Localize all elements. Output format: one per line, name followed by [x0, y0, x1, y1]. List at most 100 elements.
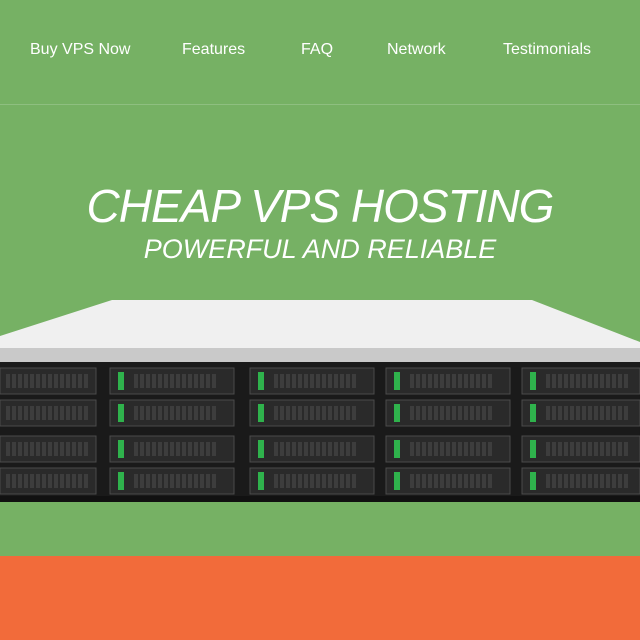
drive-status-led [118, 372, 124, 390]
vent-slot [410, 406, 414, 420]
drive-bay [521, 399, 640, 427]
vent-slot [624, 406, 628, 420]
vent-slot [200, 406, 204, 420]
vent-slot [18, 474, 22, 488]
vent-slot [310, 442, 314, 456]
vent-slot [346, 442, 350, 456]
vent-slot [152, 406, 156, 420]
vent-slot [588, 406, 592, 420]
nav-link-testimonials[interactable]: Testimonials [503, 38, 591, 62]
vent-slot [182, 406, 186, 420]
vent-slot [24, 406, 28, 420]
nav-link-faq[interactable]: FAQ [301, 38, 333, 62]
vent-slot [188, 406, 192, 420]
nav-link-features[interactable]: Features [182, 38, 245, 62]
vent-slot [194, 442, 198, 456]
vent-slot [36, 442, 40, 456]
vent-slot [316, 474, 320, 488]
vent-slot [352, 406, 356, 420]
vent-slot [340, 406, 344, 420]
vent-slot [48, 374, 52, 388]
vent-slot [200, 474, 204, 488]
vent-slot [200, 442, 204, 456]
vent-slot [322, 374, 326, 388]
drive-status-led [530, 440, 536, 458]
vent-slot [36, 374, 40, 388]
vent-slot [48, 442, 52, 456]
vent-slot [274, 406, 278, 420]
server-chassis-bottom [0, 496, 640, 502]
vent-slot [152, 474, 156, 488]
vent-slot [140, 474, 144, 488]
vent-slot [134, 442, 138, 456]
vent-slot [422, 374, 426, 388]
vent-slot [606, 474, 610, 488]
vent-slot [30, 374, 34, 388]
orange-footer-band [0, 556, 640, 640]
vent-slot [410, 374, 414, 388]
vent-slot [606, 374, 610, 388]
drive-bay [521, 367, 640, 395]
vent-slot [340, 442, 344, 456]
vent-slot [464, 474, 468, 488]
drive-status-led [258, 372, 264, 390]
vent-slot [576, 374, 580, 388]
vent-slot [24, 374, 28, 388]
vent-slot [6, 374, 10, 388]
vent-slot [176, 374, 180, 388]
vent-slot [176, 406, 180, 420]
vent-slot [576, 474, 580, 488]
drive-status-led [394, 404, 400, 422]
vent-slot [434, 474, 438, 488]
vent-slot [612, 406, 616, 420]
vent-slot [546, 442, 550, 456]
vent-slot [470, 442, 474, 456]
drive-status-led [258, 472, 264, 490]
vent-slot [72, 374, 76, 388]
vent-slot [600, 374, 604, 388]
nav-divider [0, 104, 640, 105]
drive-status-led [118, 440, 124, 458]
vent-slot [12, 474, 16, 488]
vent-slot [440, 474, 444, 488]
nav-link-buy-vps-now[interactable]: Buy VPS Now [30, 38, 130, 62]
vent-slot [280, 374, 284, 388]
vent-slot [286, 406, 290, 420]
server-lid-edge [0, 348, 640, 364]
vent-slot [328, 442, 332, 456]
nav-link-network[interactable]: Network [387, 38, 446, 62]
vent-slot [416, 442, 420, 456]
vent-slot [570, 374, 574, 388]
vent-slot [78, 374, 82, 388]
vent-slot [140, 442, 144, 456]
vent-slot [488, 406, 492, 420]
vent-slot [316, 406, 320, 420]
vent-slot [452, 406, 456, 420]
vent-slot [54, 474, 58, 488]
vent-slot [206, 474, 210, 488]
vent-slot [286, 474, 290, 488]
vent-slot [340, 474, 344, 488]
vent-slot [588, 374, 592, 388]
vent-slot [612, 442, 616, 456]
vent-slot [292, 474, 296, 488]
vent-slot [140, 406, 144, 420]
drive-status-led [394, 372, 400, 390]
vent-slot [206, 374, 210, 388]
vent-slot [146, 406, 150, 420]
vent-slot [206, 406, 210, 420]
vent-slot [624, 442, 628, 456]
vent-slot [452, 474, 456, 488]
vent-slot [298, 406, 302, 420]
vent-slot [470, 406, 474, 420]
vent-slot [612, 374, 616, 388]
vent-slot [352, 474, 356, 488]
vent-slot [30, 406, 34, 420]
vent-slot [482, 474, 486, 488]
vent-slot [624, 374, 628, 388]
vent-slot [212, 406, 216, 420]
vent-slot [464, 406, 468, 420]
vent-slot [212, 474, 216, 488]
vent-slot [194, 406, 198, 420]
vent-slot [422, 442, 426, 456]
